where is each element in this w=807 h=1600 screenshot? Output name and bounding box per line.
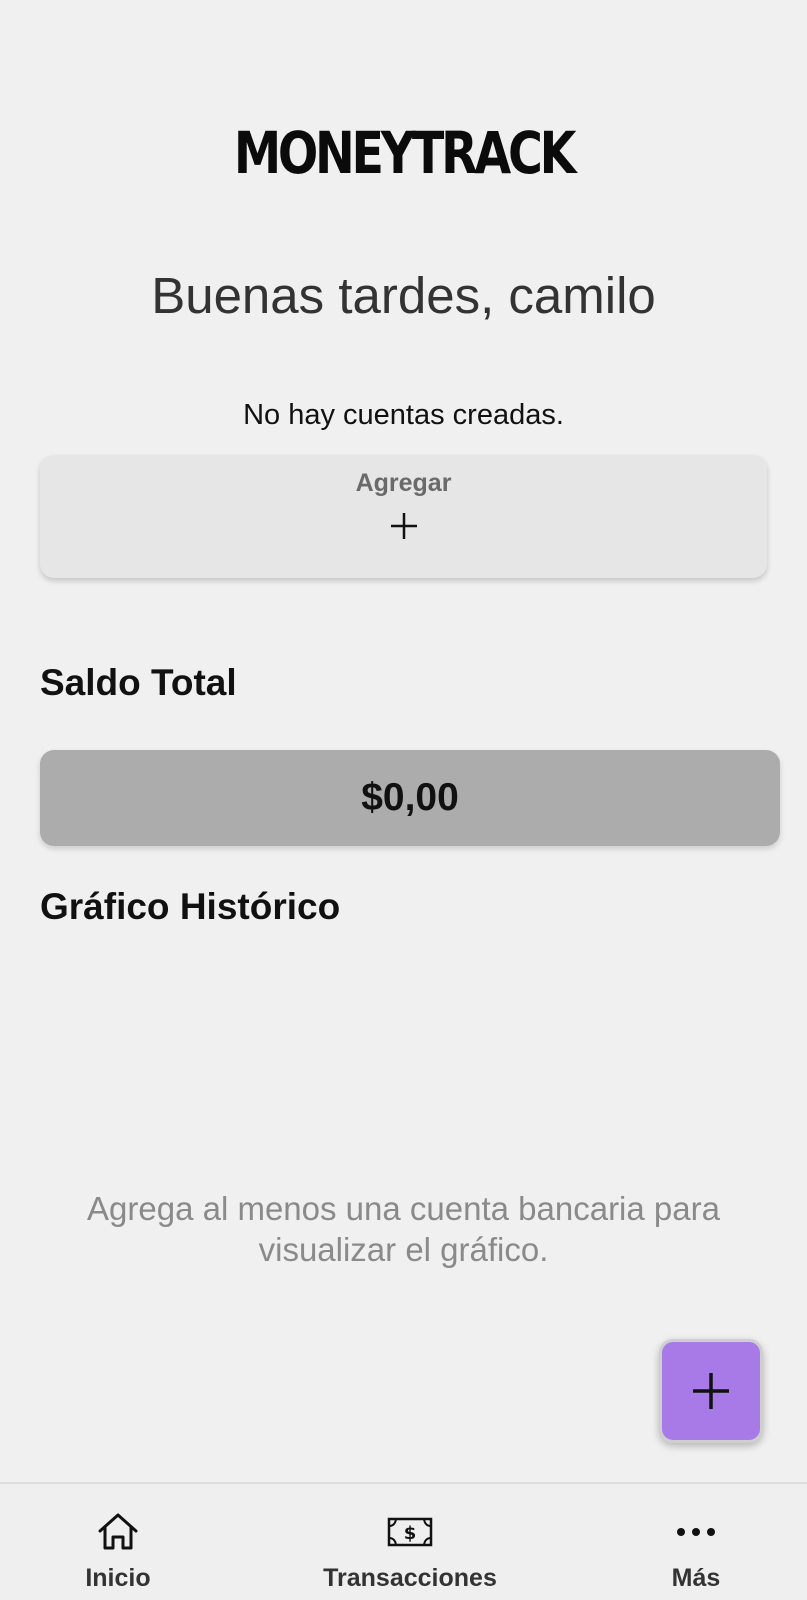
add-transaction-fab[interactable] [659,1339,763,1443]
plus-icon [390,513,417,539]
greeting-title: Buenas tardes, camilo [151,267,656,324]
nav-label-transacciones: Transacciones [323,1564,497,1592]
chart-empty-message: Agrega al menos una cuenta bancaria para… [87,1190,720,1269]
bottom-navigation: Inicio $ Transacciones Más [0,1482,807,1600]
no-accounts-message: No hay cuentas creadas. [243,399,564,431]
home-screen: MONEYTRACK Buenas tardes, camilo No hay … [0,0,807,1600]
nav-item-inicio[interactable]: Inicio [58,1484,178,1600]
total-balance-card: $0,00 [40,750,780,846]
add-account-label: Agregar [355,469,452,497]
nav-label-inicio: Inicio [85,1564,151,1592]
nav-item-transacciones[interactable]: $ Transacciones [300,1484,520,1600]
total-balance-value: $0,00 [361,776,459,819]
home-icon [98,1513,138,1550]
cash-icon: $ [387,1517,433,1547]
plus-icon [693,1373,729,1409]
app-logo: MONEYTRACK [233,119,577,187]
nav-label-mas: Más [671,1564,721,1592]
total-balance-title: Saldo Total [40,662,237,703]
history-chart-title: Gráfico Histórico [40,886,341,927]
svg-text:$: $ [404,1523,417,1544]
more-horizontal-icon [677,1528,715,1536]
add-account-button[interactable]: Agregar [40,455,767,578]
nav-item-mas[interactable]: Más [636,1484,756,1600]
